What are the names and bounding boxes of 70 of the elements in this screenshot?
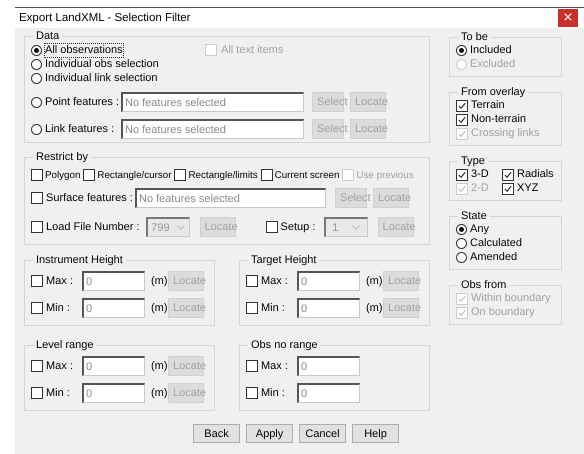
unit-label: (m) xyxy=(366,275,383,287)
unit-label: (m) xyxy=(151,275,168,287)
checkbox-label: Max : xyxy=(261,274,288,288)
checkbox-label: Min : xyxy=(46,302,70,314)
radio-label: Calculated xyxy=(470,237,522,250)
radio-label: Individual link selection xyxy=(45,72,158,84)
checkbox-label: Within boundary xyxy=(471,292,550,305)
close-button[interactable]: × xyxy=(558,9,578,27)
input-field[interactable]: 0 xyxy=(82,356,145,376)
button[interactable]: Help xyxy=(352,424,399,443)
checkbox-label: Terrain xyxy=(471,99,505,112)
checkbox-label: Polygon xyxy=(45,168,80,182)
group-title: Data xyxy=(35,30,60,43)
checkbox-label: Rectangle/limits xyxy=(188,168,258,182)
button[interactable]: Cancel xyxy=(299,424,346,443)
input-field[interactable]: 0 xyxy=(297,383,360,403)
unit-label: (m) xyxy=(151,387,168,399)
checkbox-label: Rectangle/cursor xyxy=(97,168,172,182)
group-title: Restrict by xyxy=(35,151,89,164)
button[interactable]: Back xyxy=(193,424,240,443)
radio-label: Point features : xyxy=(45,96,119,108)
checkbox-label: Min : xyxy=(46,386,70,400)
input-field[interactable]: 0 xyxy=(297,298,360,318)
input-field[interactable]: 0 xyxy=(82,298,145,318)
checkbox-label: Max : xyxy=(261,360,288,372)
unit-label: (m) xyxy=(151,302,168,314)
unit-label: (m) xyxy=(151,360,168,372)
checkbox-label: Min : xyxy=(261,302,285,314)
checkbox-label: Max : xyxy=(46,360,73,372)
group-title: Type xyxy=(460,155,486,168)
input-field[interactable]: 0 xyxy=(82,271,145,291)
checkbox-label: Non-terrain xyxy=(471,113,526,126)
checkbox-label: Radials xyxy=(517,168,554,181)
group-title: To be xyxy=(460,31,489,44)
checkbox-label: Current screen xyxy=(274,168,340,182)
checkbox-label: Use previous xyxy=(356,168,414,182)
input-field[interactable]: No features selected xyxy=(121,119,304,139)
checkbox-label: Load File Number : xyxy=(46,220,140,234)
group-title: Target Height xyxy=(250,254,318,267)
checkbox-label: Min : xyxy=(261,386,285,400)
checkbox-label: XYZ xyxy=(517,182,538,195)
radio-label: Included xyxy=(470,44,512,57)
checkbox-label: Max : xyxy=(46,274,73,288)
group-title: From overlay xyxy=(460,86,526,99)
button[interactable]: Apply xyxy=(246,424,293,443)
group-title: Instrument Height xyxy=(35,254,124,267)
checkbox-label: Surface features : xyxy=(46,192,133,204)
input-field[interactable]: 0 xyxy=(297,356,360,376)
group-title: Level range xyxy=(35,339,94,352)
input-field[interactable]: No features selected xyxy=(121,92,304,112)
window-title: Export LandXML - Selection Filter xyxy=(19,12,191,24)
input-field[interactable]: 0 xyxy=(82,383,145,403)
checkbox-label: Setup : xyxy=(280,220,316,234)
radio-label: Excluded xyxy=(470,58,516,71)
checkbox-label: 2-D xyxy=(471,182,489,195)
radio-label: Any xyxy=(470,223,489,236)
group-title: Obs from xyxy=(460,279,508,292)
checkbox-label: All text items xyxy=(221,44,284,56)
radio-label: Link features : xyxy=(45,122,114,136)
radio-label: Individual obs selection xyxy=(45,58,159,70)
input-field[interactable]: 0 xyxy=(297,271,360,291)
unit-label: (m) xyxy=(366,302,383,314)
checkbox-label: Crossing links xyxy=(471,127,540,140)
group-title: State xyxy=(460,210,488,223)
radio-label: Amended xyxy=(470,251,518,264)
checkbox-label: On boundary xyxy=(471,306,535,319)
checkbox-label: 3-D xyxy=(471,168,489,181)
radio-label: All observations xyxy=(45,44,123,56)
input-field[interactable]: No features selected xyxy=(135,188,326,208)
group-title: Obs no range xyxy=(250,339,319,352)
